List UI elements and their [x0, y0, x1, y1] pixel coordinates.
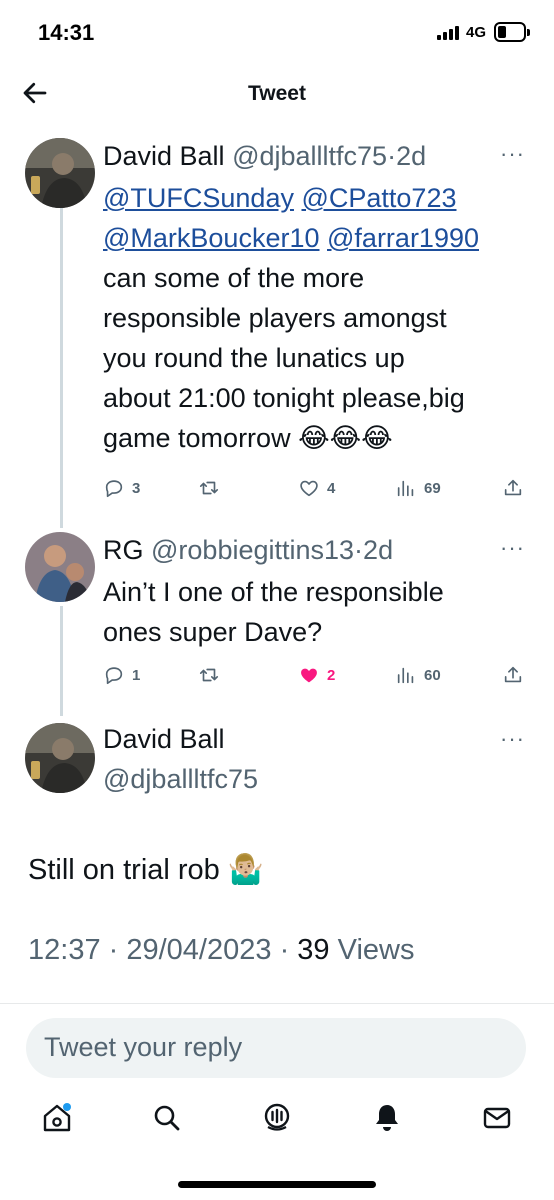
divider	[0, 1003, 554, 1004]
spaces-icon[interactable]	[260, 1101, 294, 1135]
tweet-age: 2d	[363, 535, 394, 565]
mention-link[interactable]: @MarkBoucker10	[103, 223, 320, 253]
tweet-header: RG @robbiegittins13·2d	[103, 535, 394, 565]
author-name[interactable]: David Ball	[103, 722, 225, 756]
more-icon[interactable]: ···	[500, 726, 525, 752]
avatar[interactable]	[25, 723, 95, 793]
like-button[interactable]: 2	[298, 664, 335, 686]
views-icon	[397, 480, 414, 497]
views-icon	[397, 667, 414, 684]
share-icon	[504, 666, 522, 683]
views-count[interactable]: 39	[297, 934, 329, 966]
like-button[interactable]: 4	[298, 477, 335, 499]
reply-button[interactable]: 1	[103, 664, 140, 686]
tweet-actions: 1 2 60	[103, 664, 533, 694]
reply-icon	[105, 667, 123, 685]
notifications-icon[interactable]	[370, 1101, 404, 1135]
tweet-date: 29/04/2023	[126, 934, 272, 966]
tweet-header: David Ball @djballltfc75·2d	[103, 141, 427, 171]
thread-line	[60, 606, 63, 716]
author-handle[interactable]: @robbiegittins13	[151, 535, 354, 565]
views-button[interactable]: 69	[395, 477, 441, 499]
battery-icon	[494, 22, 530, 42]
more-icon[interactable]: ···	[500, 535, 525, 561]
top-nav: Tweet	[0, 62, 554, 126]
retweet-icon	[199, 668, 219, 682]
retweet-button[interactable]	[198, 477, 227, 499]
like-icon	[300, 480, 318, 497]
signal-icon	[437, 26, 459, 40]
status-time: 14:31	[38, 20, 95, 45]
author-name[interactable]: RG	[103, 535, 144, 565]
mention-link[interactable]: @TUFCSunday	[103, 183, 294, 213]
views-button[interactable]: 60	[395, 664, 441, 686]
mention-link[interactable]: @farrar1990	[327, 223, 479, 253]
views-label: Views	[337, 934, 415, 966]
author-handle[interactable]: @djballltfc75	[103, 762, 258, 796]
retweet-button[interactable]	[198, 664, 227, 686]
tweet-meta: 12:37 · 29/04/2023 · 39 Views	[28, 934, 415, 966]
status-bar: 14:31 4G	[0, 0, 554, 62]
search-icon[interactable]	[150, 1101, 184, 1135]
mention-link[interactable]: @CPatto723	[301, 183, 456, 213]
thread-line	[60, 208, 63, 528]
avatar[interactable]	[25, 138, 95, 208]
avatar[interactable]	[25, 532, 95, 602]
tweet-text: @TUFCSunday @CPatto723 @MarkBoucker10 @f…	[103, 183, 479, 453]
tweet-actions: 3 4 69	[103, 477, 533, 507]
reply-button[interactable]: 3	[103, 477, 140, 499]
home-indicator	[178, 1181, 376, 1188]
page-title: Tweet	[248, 82, 306, 105]
share-icon	[504, 479, 522, 496]
tweet-time: 12:37	[28, 934, 101, 966]
like-icon	[301, 668, 317, 683]
author-name[interactable]: David Ball	[103, 141, 225, 171]
reply-placeholder: Tweet your reply	[44, 1032, 243, 1062]
network-type: 4G	[466, 24, 487, 41]
home-icon[interactable]	[40, 1101, 74, 1135]
share-button[interactable]	[502, 664, 524, 686]
messages-icon[interactable]	[480, 1101, 514, 1135]
author-handle[interactable]: @djballltfc75	[232, 141, 387, 171]
tweet-age: 2d	[396, 141, 427, 171]
reply-input[interactable]: Tweet your reply	[26, 1018, 526, 1078]
tweet-text: Ain’t I one of the responsible ones supe…	[103, 577, 444, 647]
bottom-tab-bar	[0, 1095, 554, 1155]
share-button[interactable]	[502, 477, 524, 499]
retweet-icon	[199, 481, 219, 495]
more-icon[interactable]: ···	[500, 141, 525, 167]
reply-icon	[105, 480, 123, 498]
tweet-text: Still on trial rob 🤷🏼‍♂️	[28, 854, 264, 886]
